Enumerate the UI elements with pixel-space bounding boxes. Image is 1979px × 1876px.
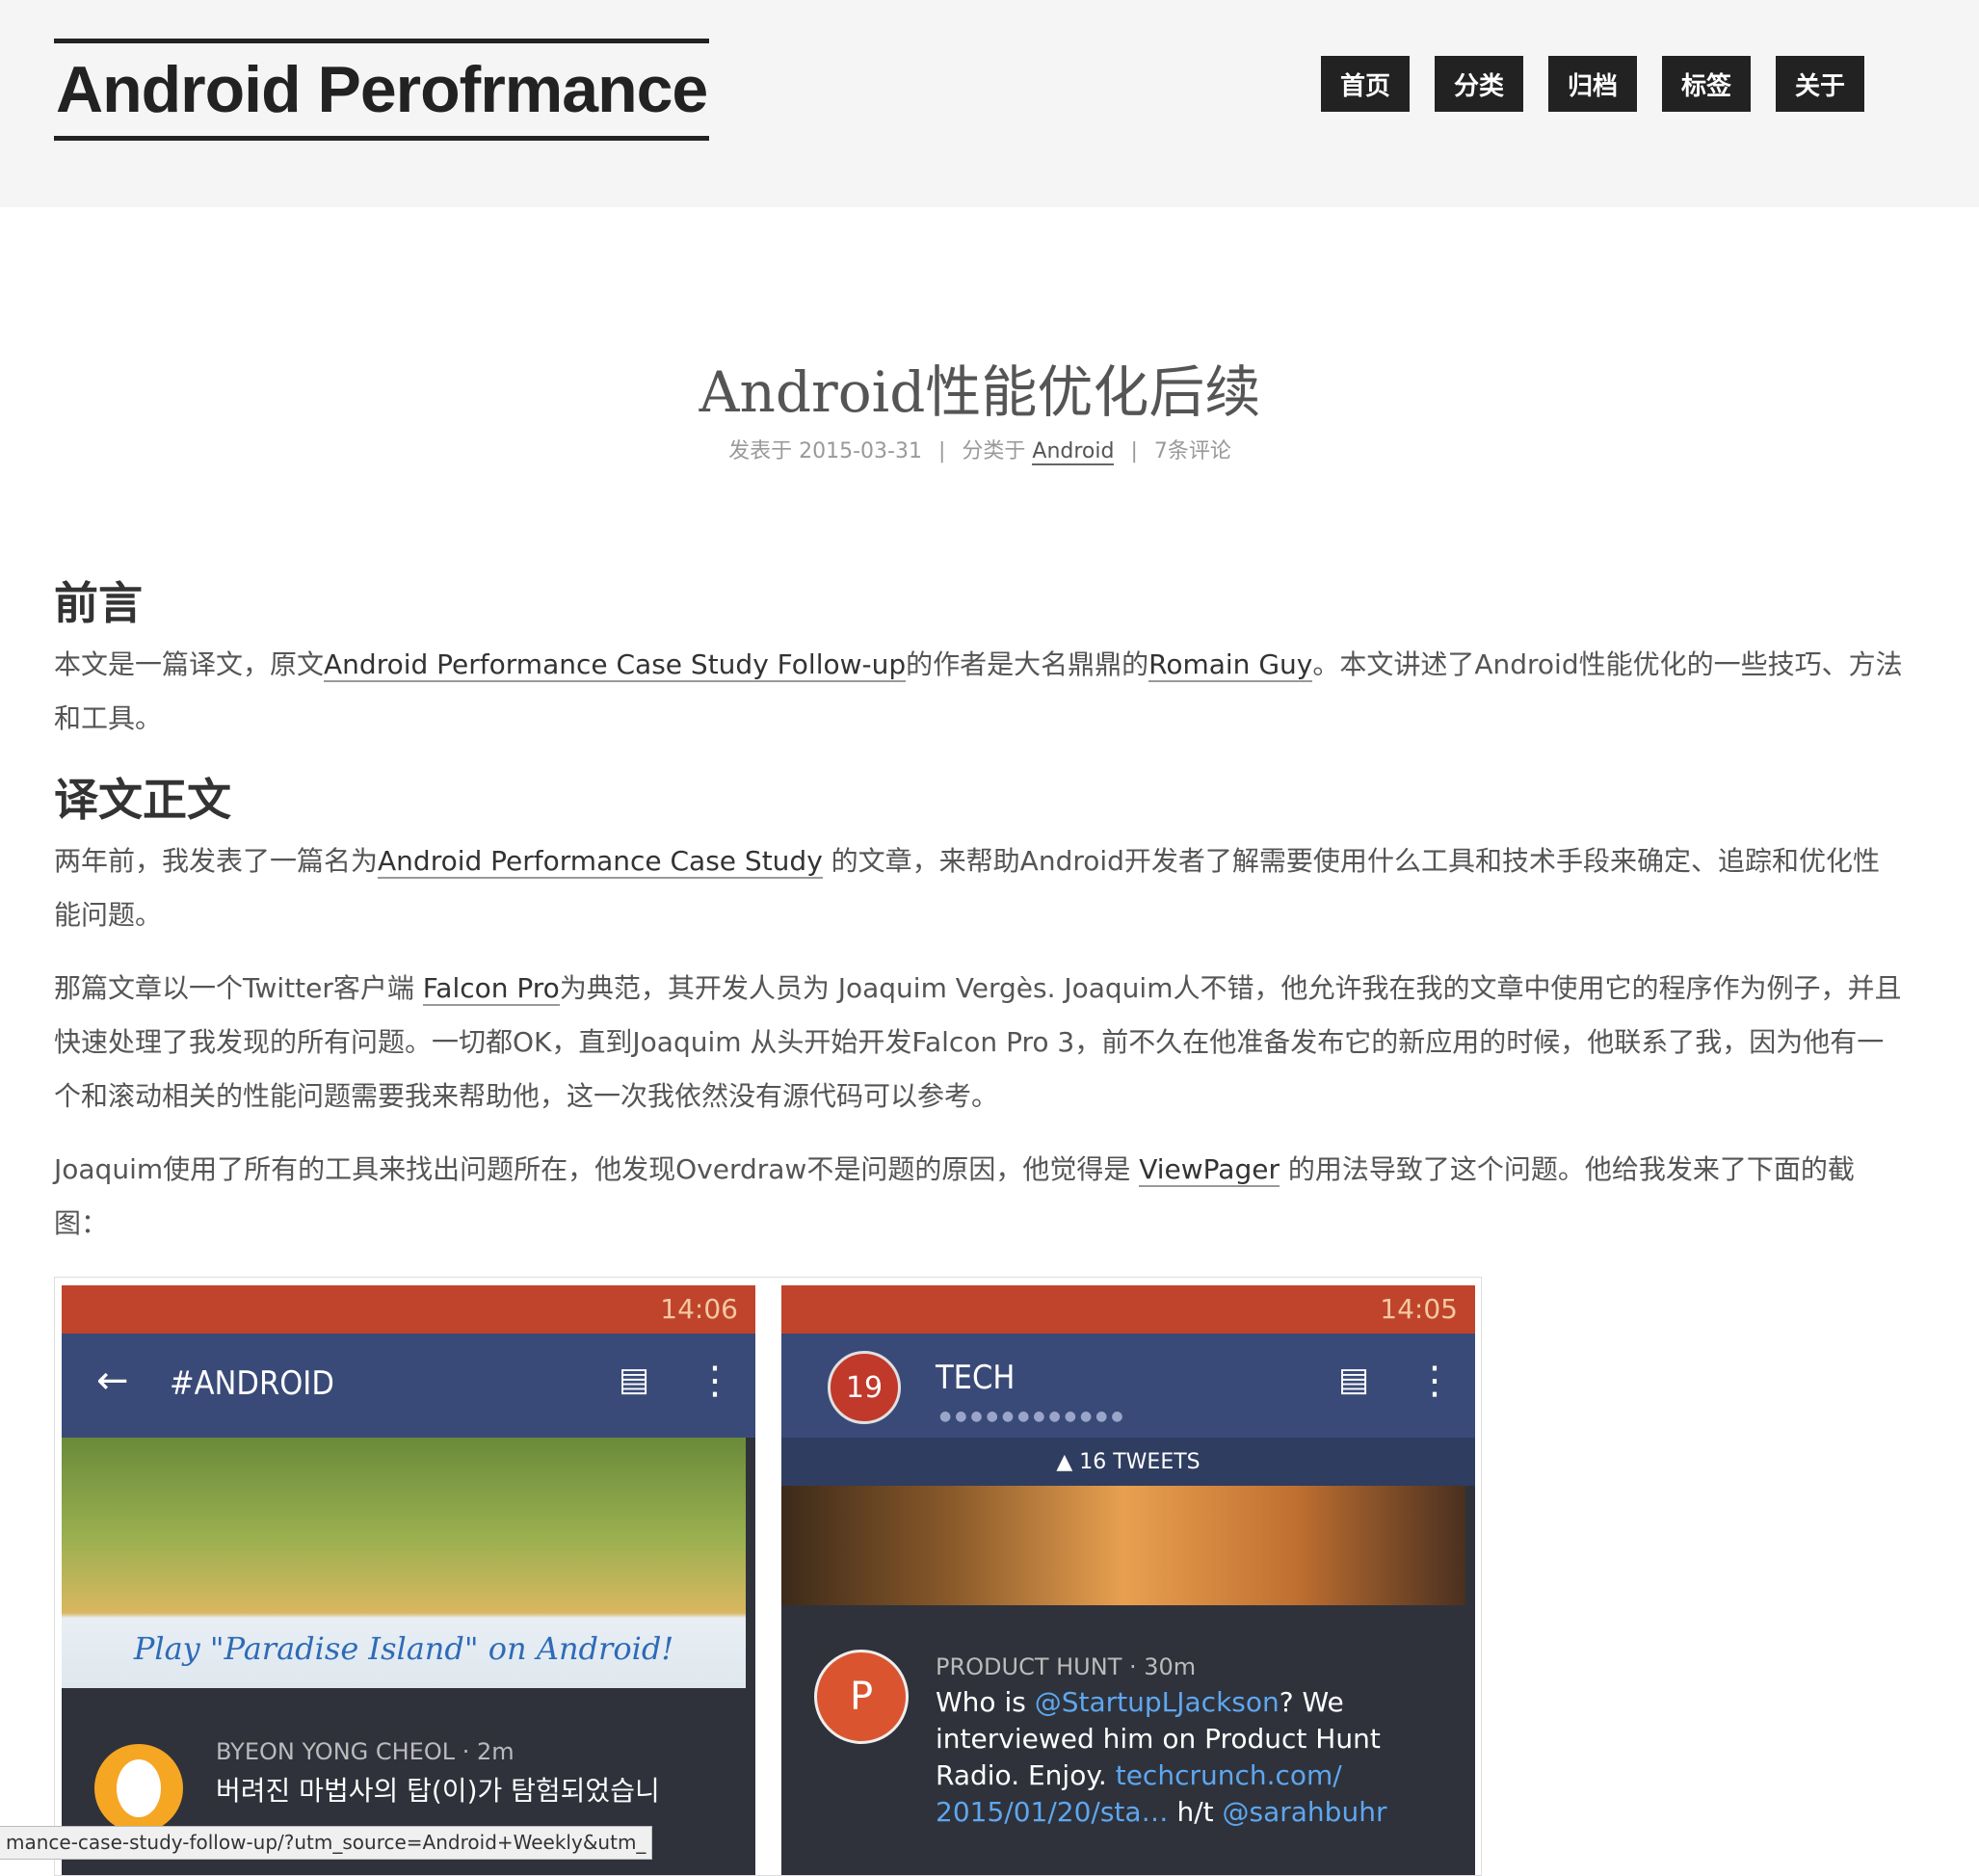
menu-item-home[interactable]: 首页 <box>1321 56 1410 112</box>
tweet-image <box>781 1486 1465 1605</box>
falcon-pro-link[interactable]: Falcon Pro <box>422 972 560 1006</box>
back-arrow-icon: ← <box>96 1359 129 1403</box>
tweet-user: PRODUCT HUNT · 30m <box>936 1653 1197 1680</box>
compose-icon: ▤ <box>1338 1361 1370 1399</box>
text: Who is <box>936 1686 1035 1718</box>
meta-separator: | <box>937 439 946 463</box>
post-title: Android性能优化后续 <box>699 359 1261 425</box>
menu-item-tags[interactable]: 标签 <box>1662 56 1751 112</box>
status-time: 14:05 <box>1380 1293 1458 1325</box>
link-hover-url: mance-case-study-follow-up/?utm_source=A… <box>0 1826 653 1860</box>
tweet-user: BYEON YONG CHEOL · 2m <box>216 1738 515 1765</box>
mention-link: @StartupLJackson <box>1034 1686 1280 1718</box>
meta-separator: | <box>1130 439 1138 463</box>
text: 两年前，我发表了一篇名为 <box>54 845 379 877</box>
tweet-text: 버려진 마법사의 탑(이)가 탐험되었습니 <box>216 1775 660 1807</box>
paragraph-two-years-ago: 两年前，我发表了一篇名为Android Performance Case Stu… <box>54 834 1904 942</box>
app-bar: 19 TECH ●●●●●●●●●●●● ▤ ⋮ <box>781 1334 1475 1438</box>
post-meta: 发表于 2015-03-31 | 分类于 Android | 7条评论 <box>0 434 1960 465</box>
section-heading-preface: 前言 <box>54 577 143 629</box>
avatar: P <box>814 1650 909 1744</box>
site-header: Android Perofrmance 首页 分类 归档 标签 关于 <box>0 0 1979 207</box>
new-tweets-bar: ▲ 16 TWEETS <box>781 1438 1475 1486</box>
app-bar-title: #ANDROID <box>170 1364 334 1403</box>
text: 那篇文章以一个Twitter客户端 <box>54 972 423 1004</box>
screenshots-image: 14:06 ← #ANDROID ▤ ⋮ Play "Paradise Isla… <box>54 1277 1482 1876</box>
overdraw-status-bar: 14:06 <box>62 1285 755 1334</box>
post-date: 2015-03-31 <box>799 439 922 463</box>
game-banner-image: Play "Paradise Island" on Android! <box>62 1438 746 1688</box>
egg-icon <box>117 1759 161 1817</box>
app-bar-title: TECH <box>936 1359 1016 1397</box>
paragraph-viewpager: Joaquim使用了所有的工具来找出问题所在，他发现Overdraw不是问题的原… <box>54 1143 1904 1251</box>
page-indicator-dots: ●●●●●●●●●●●● <box>939 1409 1127 1424</box>
text: 的作者是大名鼎鼎的 <box>906 648 1149 680</box>
category-prefix: 分类于 <box>962 439 1026 463</box>
original-article-link[interactable]: Android Performance Case Study Follow-up <box>324 648 907 682</box>
overdraw-status-bar: 14:05 <box>781 1285 1475 1334</box>
app-bar: ← #ANDROID ▤ ⋮ <box>62 1334 755 1438</box>
more-vert-icon: ⋮ <box>696 1359 734 1403</box>
text: 本文是一篇译文，原文 <box>54 648 325 680</box>
site-title[interactable]: Android Perofrmance <box>56 52 708 127</box>
text: h/t <box>1168 1796 1223 1828</box>
phone-screenshot-right: 14:05 19 TECH ●●●●●●●●●●●● ▤ ⋮ ▲ 16 TWEE… <box>781 1285 1475 1875</box>
menu-item-archives[interactable]: 归档 <box>1548 56 1637 112</box>
main-menu: 首页 分类 归档 标签 关于 <box>1321 56 1864 112</box>
text: Joaquim使用了所有的工具来找出问题所在，他发现Overdraw不是问题的原… <box>54 1153 1140 1185</box>
phone-screenshot-left: 14:06 ← #ANDROID ▤ ⋮ Play "Paradise Isla… <box>62 1285 755 1875</box>
paragraph-falcon-pro: 那篇文章以一个Twitter客户端 Falcon Pro为典范，其开发人员为 J… <box>54 962 1904 1123</box>
menu-item-categories[interactable]: 分类 <box>1435 56 1523 112</box>
site-brand[interactable]: Android Perofrmance <box>54 39 710 141</box>
unread-count-badge: 19 <box>828 1351 901 1424</box>
section-heading-translation: 译文正文 <box>54 774 231 826</box>
avatar <box>94 1744 183 1833</box>
article-body: 前言 本文是一篇译文，原文Android Performance Case St… <box>54 568 1904 1251</box>
category-link[interactable]: Android <box>1032 439 1115 465</box>
status-time: 14:06 <box>660 1293 738 1325</box>
mention-link: @sarahbuhr <box>1222 1796 1387 1828</box>
comments-link[interactable]: 7条评论 <box>1154 439 1231 463</box>
case-study-link[interactable]: Android Performance Case Study <box>378 845 823 879</box>
menu-item-about[interactable]: 关于 <box>1776 56 1864 112</box>
viewpager-link[interactable]: ViewPager <box>1139 1153 1280 1187</box>
tweet-text: Who is @StartupLJackson? We interviewed … <box>936 1684 1398 1831</box>
author-link[interactable]: Romain Guy <box>1148 648 1313 682</box>
published-prefix: 发表于 <box>728 439 793 463</box>
paragraph-intro: 本文是一篇译文，原文Android Performance Case Study… <box>54 638 1904 746</box>
compose-icon: ▤ <box>619 1361 650 1399</box>
more-vert-icon: ⋮ <box>1415 1359 1454 1403</box>
game-caption: Play "Paradise Island" on Android! <box>133 1630 674 1667</box>
